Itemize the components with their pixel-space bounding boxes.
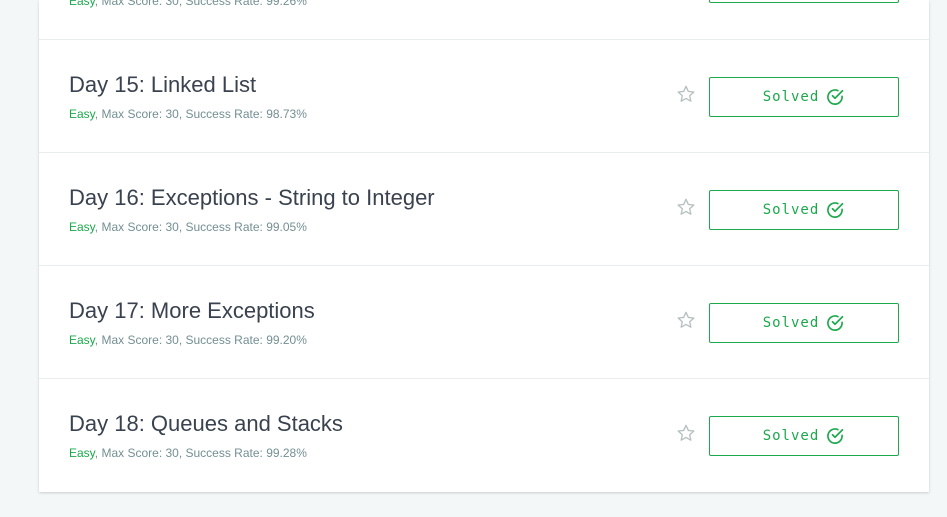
- score-and-success-rate: , Max Score: 30, Success Rate: 99.20%: [94, 333, 307, 347]
- challenge-row[interactable]: Day 15: Linked List Easy, Max Score: 30,…: [39, 40, 929, 153]
- challenge-row-partial[interactable]: Easy, Max Score: 30, Success Rate: 99.26…: [39, 0, 929, 40]
- difficulty-label: Easy: [69, 0, 95, 8]
- solved-button[interactable]: Solved: [709, 77, 899, 117]
- star-outline-icon[interactable]: [676, 84, 696, 104]
- challenge-meta: Easy, Max Score: 30, Success Rate: 99.20…: [69, 333, 307, 347]
- star-outline-icon[interactable]: [676, 310, 696, 330]
- challenge-title[interactable]: Day 16: Exceptions - String to Integer: [69, 185, 435, 211]
- difficulty-label: Easy: [69, 446, 95, 460]
- score-and-success-rate: , Max Score: 30, Success Rate: 99.26%: [94, 0, 307, 8]
- challenge-meta: Easy, Max Score: 30, Success Rate: 98.73…: [69, 107, 307, 121]
- challenge-title[interactable]: Day 15: Linked List: [69, 72, 256, 98]
- solved-button-label: Solved: [762, 315, 820, 331]
- challenge-title[interactable]: Day 18: Queues and Stacks: [69, 411, 343, 437]
- challenge-title[interactable]: Day 17: More Exceptions: [69, 298, 315, 324]
- challenge-list: Easy, Max Score: 30, Success Rate: 99.26…: [39, 0, 929, 492]
- check-circle-icon: [827, 428, 844, 444]
- challenge-row[interactable]: Day 18: Queues and Stacks Easy, Max Scor…: [39, 379, 929, 492]
- solved-button[interactable]: Solved: [709, 303, 899, 343]
- check-circle-icon: [827, 202, 844, 218]
- challenge-meta: Easy, Max Score: 30, Success Rate: 99.28…: [69, 446, 307, 460]
- check-circle-icon: [827, 89, 844, 105]
- challenge-row[interactable]: Day 16: Exceptions - String to Integer E…: [39, 153, 929, 266]
- difficulty-label: Easy: [69, 220, 95, 234]
- solved-button[interactable]: Solved: [709, 416, 899, 456]
- star-outline-icon[interactable]: [676, 423, 696, 443]
- score-and-success-rate: , Max Score: 30, Success Rate: 99.28%: [94, 446, 307, 460]
- solved-button[interactable]: Solved: [709, 190, 899, 230]
- solved-button-label: Solved: [762, 428, 820, 444]
- solved-button-label: Solved: [762, 202, 820, 218]
- challenge-row[interactable]: Day 17: More Exceptions Easy, Max Score:…: [39, 266, 929, 379]
- difficulty-label: Easy: [69, 107, 95, 121]
- solved-button-label: Solved: [762, 89, 820, 105]
- solved-button[interactable]: [709, 0, 899, 3]
- difficulty-label: Easy: [69, 333, 95, 347]
- challenge-meta: Easy, Max Score: 30, Success Rate: 99.05…: [69, 220, 307, 234]
- challenge-meta: Easy, Max Score: 30, Success Rate: 99.26…: [69, 0, 307, 8]
- score-and-success-rate: , Max Score: 30, Success Rate: 98.73%: [94, 107, 307, 121]
- check-circle-icon: [827, 315, 844, 331]
- score-and-success-rate: , Max Score: 30, Success Rate: 99.05%: [94, 220, 307, 234]
- star-outline-icon[interactable]: [676, 197, 696, 217]
